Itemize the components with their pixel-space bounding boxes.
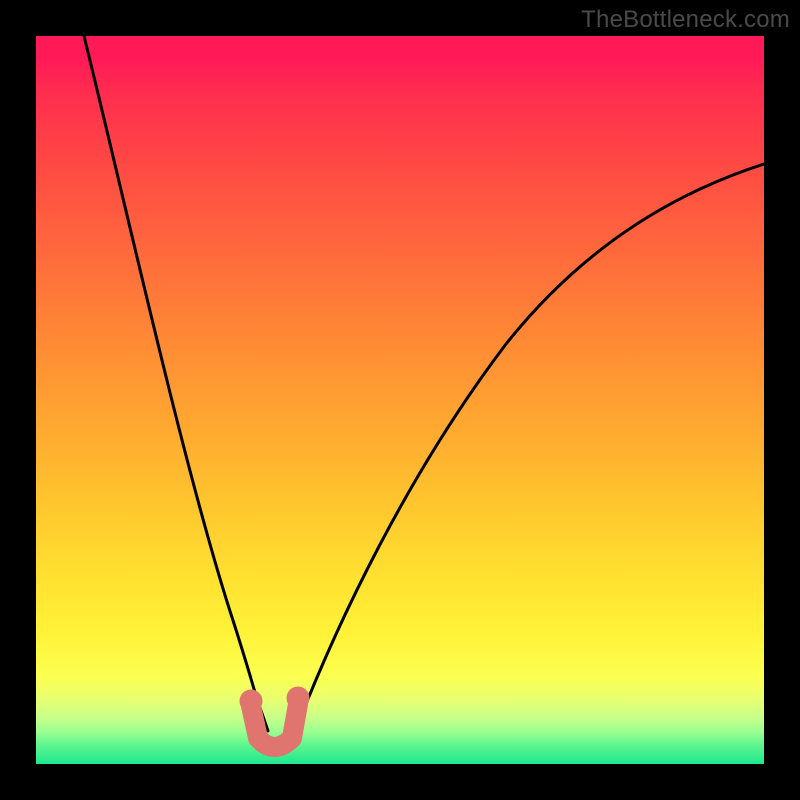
trough-marker <box>251 704 298 747</box>
left-marker-dot <box>240 690 262 712</box>
curve-layer <box>36 36 764 764</box>
plot-area <box>36 36 764 764</box>
watermark-text: TheBottleneck.com <box>581 6 790 34</box>
curve-right-branch <box>296 164 764 729</box>
curve-left-branch <box>84 36 268 731</box>
right-marker-dot <box>287 687 309 709</box>
chart-frame: TheBottleneck.com <box>0 0 800 800</box>
